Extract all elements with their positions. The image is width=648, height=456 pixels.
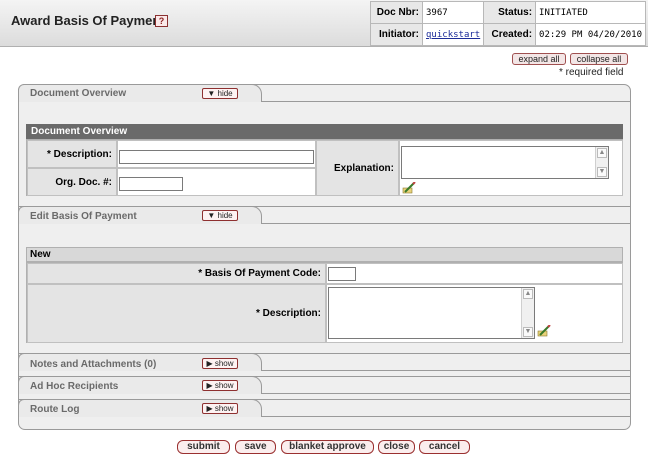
code-value-cell (326, 263, 623, 284)
tab-separator (262, 370, 631, 371)
explanation-scrollbar[interactable]: ▲ ▼ (595, 147, 608, 178)
tab-notes-label: Notes and Attachments (0) (30, 359, 157, 370)
initiator-label: Initiator: (369, 23, 424, 46)
description-label: * Description: (46, 149, 112, 160)
expand-all-button[interactable]: expand all (512, 53, 566, 65)
basis-of-payment-code-label: * Basis Of Payment Code: (198, 268, 321, 279)
save-button[interactable]: save (235, 440, 276, 454)
adhoc-show-button[interactable]: ▶ show (202, 380, 238, 391)
explanation-label-cell: Explanation: (316, 140, 399, 196)
created-label: Created: (483, 23, 537, 46)
edit-basis-form: * Basis Of Payment Code: * Description: … (26, 262, 623, 343)
explanation-textarea[interactable]: ▲ ▼ (401, 146, 609, 179)
initiator-link[interactable]: quickstart (426, 30, 480, 40)
tab-separator (262, 101, 631, 102)
description-value-cell: ▲ ▼ (326, 284, 623, 343)
tab-edit-basis-of-payment: Edit Basis Of Payment ▼ hide (18, 206, 262, 224)
description-label-cell: * Description: (27, 140, 117, 168)
submit-button[interactable]: submit (177, 440, 230, 454)
tab-separator (262, 416, 631, 417)
pencil-icon[interactable] (537, 325, 551, 337)
org-doc-value-cell (117, 168, 316, 196)
collapse-all-button[interactable]: collapse all (570, 53, 628, 65)
org-doc-label-cell: Org. Doc. #: (27, 168, 117, 196)
document-overview-hide-button[interactable]: ▼ hide (202, 88, 238, 99)
new-section-header: New (26, 247, 623, 262)
blanket-approve-button[interactable]: blanket approve (281, 440, 374, 454)
document-header: Award Basis Of Payment ? Doc Nbr: 3967 S… (0, 0, 648, 47)
document-overview-section-title: Document Overview (26, 124, 623, 139)
document-overview-form: * Description: Org. Doc. #: Explanation:… (26, 139, 623, 196)
close-button[interactable]: close (378, 440, 415, 454)
initiator-link-cell: quickstart (422, 23, 485, 46)
tab-separator (262, 223, 631, 224)
notes-show-button[interactable]: ▶ show (202, 358, 238, 369)
pencil-icon[interactable] (402, 182, 416, 194)
tab-adhoc-label: Ad Hoc Recipients (30, 381, 119, 392)
status-label: Status: (483, 1, 537, 24)
document-overview-hide-label: hide (217, 89, 233, 98)
required-field-note: * required field (559, 67, 624, 78)
org-doc-label: Org. Doc. #: (55, 177, 112, 188)
org-doc-input[interactable] (119, 177, 183, 191)
route-log-show-label: show (214, 404, 234, 413)
tab-document-overview: Document Overview ▼ hide (18, 84, 262, 102)
explanation-label: Explanation: (333, 163, 394, 174)
scroll-down-icon[interactable]: ▼ (523, 327, 533, 337)
code-label-cell: * Basis Of Payment Code: (27, 263, 326, 284)
route-log-show-button[interactable]: ▶ show (202, 403, 238, 414)
basis-description-scrollbar[interactable]: ▲ ▼ (521, 288, 534, 338)
status-value: INITIATED (535, 1, 646, 24)
created-value: 02:29 PM 04/20/2010 (535, 23, 646, 46)
scroll-down-icon[interactable]: ▼ (597, 167, 607, 177)
description-value-cell (117, 140, 316, 168)
edit-basis-hide-button[interactable]: ▼ hide (202, 210, 238, 221)
scroll-up-icon[interactable]: ▲ (597, 148, 607, 158)
cancel-button[interactable]: cancel (419, 440, 470, 454)
tab-notes-and-attachments: Notes and Attachments (0) ▶ show (18, 353, 262, 371)
basis-description-label: * Description: (255, 308, 321, 319)
tab-ad-hoc-recipients: Ad Hoc Recipients ▶ show (18, 376, 262, 394)
description-input[interactable] (119, 150, 314, 164)
tab-edit-basis-label: Edit Basis Of Payment (30, 211, 137, 222)
scroll-up-icon[interactable]: ▲ (523, 289, 533, 299)
basis-of-payment-code-input[interactable] (328, 267, 356, 281)
adhoc-show-label: show (214, 381, 234, 390)
question-mark-icon[interactable]: ? (155, 15, 168, 27)
basis-description-textarea[interactable]: ▲ ▼ (328, 287, 535, 339)
edit-basis-hide-label: hide (217, 211, 233, 220)
tab-separator (262, 393, 631, 394)
doc-nbr-value: 3967 (422, 1, 485, 24)
tab-document-overview-label: Document Overview (30, 88, 127, 99)
tab-route-log: Route Log ▶ show (18, 399, 262, 417)
description-label-cell: * Description: (27, 284, 326, 343)
explanation-value-cell: ▲ ▼ (399, 140, 623, 196)
doc-nbr-label: Doc Nbr: (369, 1, 424, 24)
tab-route-log-label: Route Log (30, 404, 80, 415)
page-title: Award Basis Of Payment (11, 13, 165, 28)
document-info-table: Doc Nbr: 3967 Status: INITIATED Initiato… (369, 1, 646, 46)
notes-show-label: show (214, 359, 234, 368)
